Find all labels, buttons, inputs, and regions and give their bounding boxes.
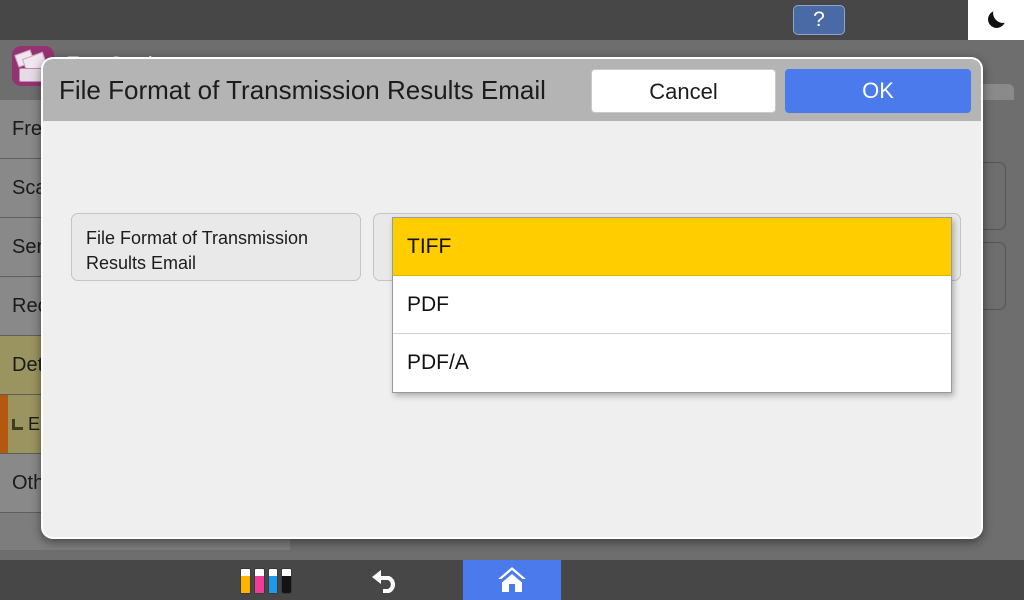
ok-button[interactable]: OK bbox=[785, 69, 971, 113]
dropdown-option-pdf[interactable]: PDF bbox=[393, 276, 951, 334]
help-button[interactable]: ? bbox=[793, 5, 845, 35]
back-button[interactable] bbox=[352, 560, 418, 600]
dialog-header: File Format of Transmission Results Emai… bbox=[43, 59, 981, 121]
file-format-dropdown[interactable]: TIFF PDF PDF/A bbox=[392, 217, 952, 393]
toner-cartridge-black bbox=[281, 568, 292, 594]
touch-panel-screen: Fax Settings Logout/Login Frequently Use… bbox=[0, 0, 1024, 600]
moon-icon bbox=[988, 11, 1005, 28]
tree-elbow-icon bbox=[12, 419, 23, 430]
back-arrow-icon bbox=[372, 570, 396, 593]
home-icon bbox=[498, 567, 526, 592]
toner-cartridge-magenta bbox=[253, 568, 265, 594]
dialog-title: File Format of Transmission Results Emai… bbox=[59, 75, 546, 105]
setting-label: File Format of Transmission Results Emai… bbox=[71, 213, 361, 281]
sleep-mode-button[interactable] bbox=[968, 0, 1024, 40]
home-button[interactable] bbox=[463, 560, 561, 600]
toner-cartridge-cyan bbox=[267, 568, 279, 594]
file-format-dialog: File Format of Transmission Results Emai… bbox=[41, 57, 983, 539]
dropdown-option-tiff[interactable]: TIFF bbox=[393, 218, 951, 276]
dropdown-option-pdfa[interactable]: PDF/A bbox=[393, 334, 951, 392]
dialog-body: File Format of Transmission Results Emai… bbox=[43, 121, 981, 537]
status-bar: ? bbox=[0, 0, 1024, 40]
selected-marker bbox=[0, 395, 8, 453]
toner-cartridge-yellow bbox=[240, 568, 251, 594]
cancel-button[interactable]: Cancel bbox=[591, 69, 776, 113]
toner-levels-icon[interactable] bbox=[240, 568, 292, 594]
